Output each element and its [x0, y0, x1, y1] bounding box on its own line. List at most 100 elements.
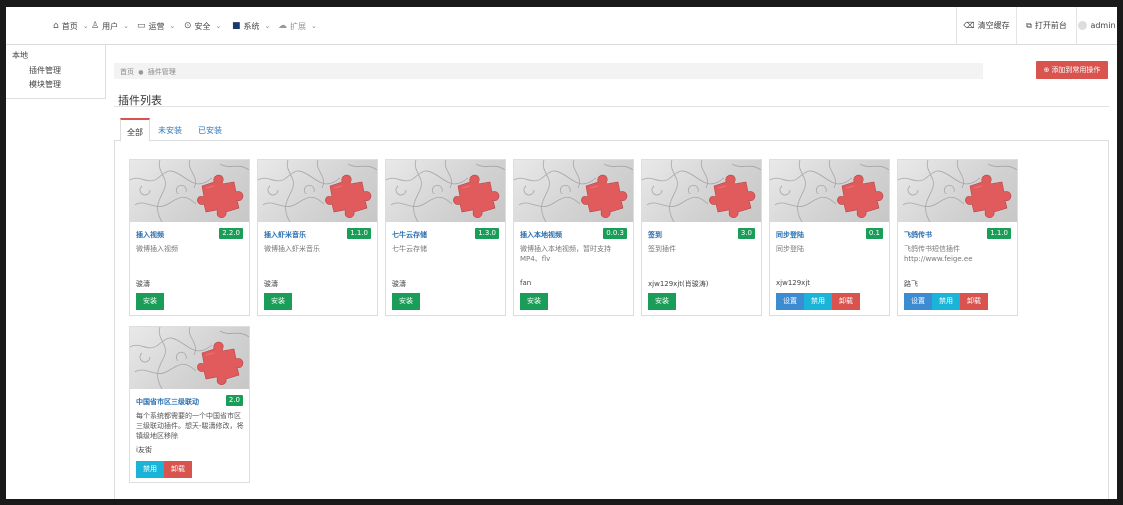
- plugin-description: 同步登陆: [776, 245, 804, 253]
- plugin-name[interactable]: 中国省市区三级联动: [136, 397, 199, 407]
- version-badge: 1.1.0: [987, 228, 1011, 239]
- plugin-green-button[interactable]: 安装: [520, 293, 548, 310]
- plugin-card: 同步登陆 0.1 同步登陆 xjw129xjt 设置 禁用 卸载: [769, 159, 890, 316]
- app-frame: ⌫ 清空缓存 ⧉ 打开前台 admin ⌂ 首页 ⌄ ♙ 用户 ⌄ ▭ 运营 ⌄ ⊙ 安全 ⌄ ■ 系统 ⌄…: [0, 0, 1123, 505]
- cloud-icon: ☁: [278, 21, 287, 31]
- plugin-red-button[interactable]: 卸载: [832, 293, 860, 310]
- plugin-green-button[interactable]: 安装: [392, 293, 420, 310]
- plugin-author: 骏濤: [264, 280, 278, 288]
- open-frontend-button[interactable]: ⧉ 打开前台: [1016, 7, 1076, 44]
- version-badge: 1.3.0: [475, 228, 499, 239]
- nav-menu-0[interactable]: ⌂ 首页 ⌄: [53, 19, 89, 33]
- plugin-description: 签到插件: [648, 245, 676, 253]
- nav-menu-3[interactable]: ⊙ 安全 ⌄: [184, 19, 221, 33]
- windows-icon: ■: [232, 21, 241, 31]
- plugin-description: 微博插入虾米音乐: [264, 245, 320, 253]
- plugin-name[interactable]: 插入虾米音乐: [264, 230, 306, 240]
- plugin-thumbnail: [386, 160, 505, 222]
- plugin-card: 插入本地视频 0.0.3 微博插入本地视频，暂时支持MP4、flv fan 安装: [513, 159, 634, 316]
- version-badge: 2.2.0: [219, 228, 243, 239]
- puzzle-image: [386, 160, 505, 222]
- version-badge: 0.0.3: [603, 228, 627, 239]
- plugin-thumbnail: [258, 160, 377, 222]
- plugin-card: 中国省市区三级联动 2.0 每个系统都需要的一个中国省市区三级联动插件。想天-駿…: [129, 326, 250, 483]
- breadcrumb: 首页 ● 插件管理: [114, 63, 983, 79]
- plugin-actions: 安装: [136, 293, 164, 310]
- plugin-cyan-button[interactable]: 禁用: [136, 461, 164, 478]
- plugin-author: 路飞: [904, 280, 918, 288]
- puzzle-image: [514, 160, 633, 222]
- plugin-author: xjw129xjt: [776, 279, 811, 287]
- nav-menu-4[interactable]: ■ 系统 ⌄: [232, 19, 270, 33]
- plugin-description: 微博插入视频: [136, 245, 178, 253]
- chevron-down-icon: ⌄: [264, 22, 271, 30]
- plugin-author: fan: [520, 279, 532, 287]
- plugin-thumbnail: [770, 160, 889, 222]
- plugin-green-button[interactable]: 安装: [264, 293, 292, 310]
- tab-all[interactable]: 全部: [120, 118, 150, 142]
- plugin-name[interactable]: 插入视频: [136, 230, 164, 240]
- puzzle-image: [258, 160, 377, 222]
- plus-circle-icon: ⊕: [1043, 66, 1050, 74]
- external-link-icon: ⧉: [1026, 20, 1032, 30]
- nav-menu-2[interactable]: ▭ 运营 ⌄: [137, 19, 175, 33]
- sidebar-item-plugin-manage[interactable]: 插件管理: [29, 65, 61, 76]
- chevron-down-icon: ⌄: [215, 22, 222, 30]
- username: admin: [1090, 21, 1116, 30]
- trash-icon: ⌫: [963, 21, 975, 30]
- plugin-list-panel: 插入视频 2.2.0 微博插入视频 骏濤 安装 插入虾米音乐 1.1.0 微博插…: [114, 141, 1109, 499]
- version-badge: 1.1.0: [347, 228, 371, 239]
- plugin-name[interactable]: 签到: [648, 230, 662, 240]
- plugin-name[interactable]: 飞鸽传书: [904, 230, 932, 240]
- tab-bar: 全部 未安装 已安装: [114, 118, 1109, 142]
- plugin-thumbnail: [898, 160, 1017, 222]
- user-menu[interactable]: admin: [1076, 7, 1117, 44]
- add-shortcut-label: 添加到常用操作: [1051, 66, 1101, 74]
- version-badge: 2.0: [225, 395, 243, 406]
- sidebar: 本地 插件管理 模块管理: [6, 45, 106, 99]
- plugin-name[interactable]: 插入本地视频: [520, 230, 562, 240]
- plugin-cyan-button[interactable]: 禁用: [804, 293, 832, 310]
- sidebar-item-module-manage[interactable]: 模块管理: [29, 79, 61, 90]
- plugin-green-button[interactable]: 安装: [136, 293, 164, 310]
- plugin-name[interactable]: 七牛云存储: [392, 230, 427, 240]
- nav-menu-label: 运营: [148, 21, 165, 31]
- monitor-icon: ▭: [137, 21, 146, 31]
- clear-cache-button[interactable]: ⌫ 清空缓存: [956, 7, 1016, 44]
- chevron-down-icon: ⌄: [169, 22, 176, 30]
- avatar: [1078, 21, 1088, 30]
- plugin-author: i友街: [136, 446, 152, 454]
- plugin-name[interactable]: 同步登陆: [776, 230, 804, 240]
- nav-menu-1[interactable]: ♙ 用户 ⌄: [91, 19, 129, 33]
- plugin-actions: 安装: [520, 293, 548, 310]
- plugin-card: 插入视频 2.2.0 微博插入视频 骏濤 安装: [129, 159, 250, 316]
- plugin-cyan-button[interactable]: 禁用: [932, 293, 960, 310]
- breadcrumb-home[interactable]: 首页: [120, 68, 134, 76]
- tab-not-installed[interactable]: 未安装: [152, 118, 188, 141]
- breadcrumb-separator: ●: [138, 69, 144, 76]
- plugin-green-button[interactable]: 安装: [648, 293, 676, 310]
- version-badge: 0.1: [865, 228, 883, 239]
- plugin-description: 每个系统都需要的一个中国省市区三级联动插件。想天-駿濤修改，将镇级地区移除: [136, 412, 244, 440]
- nav-menu-5[interactable]: ☁ 扩展 ⌄: [278, 19, 317, 33]
- plugin-red-button[interactable]: 卸载: [960, 293, 988, 310]
- tab-installed[interactable]: 已安装: [192, 118, 228, 141]
- home-icon: ⌂: [53, 21, 59, 31]
- plugin-description: 七牛云存储: [392, 245, 427, 253]
- sidebar-header: 本地: [12, 51, 28, 60]
- plugin-blue-button[interactable]: 设置: [776, 293, 804, 310]
- plugin-description: 微博插入本地视频，暂时支持MP4、flv: [520, 245, 611, 263]
- plugin-thumbnail: [642, 160, 761, 222]
- add-shortcut-button[interactable]: ⊕ 添加到常用操作: [1036, 61, 1108, 79]
- nav-menu-label: 扩展: [290, 21, 306, 31]
- plugin-red-button[interactable]: 卸载: [164, 461, 192, 478]
- plugin-actions: 禁用 卸载: [136, 461, 192, 478]
- puzzle-image: [130, 327, 249, 389]
- plugin-actions: 安装: [264, 293, 292, 310]
- plugin-blue-button[interactable]: 设置: [904, 293, 932, 310]
- breadcrumb-current: 插件管理: [147, 68, 176, 76]
- plugin-thumbnail: [130, 327, 249, 389]
- open-frontend-label: 打开前台: [1034, 21, 1067, 30]
- plugin-author: 骏濤: [392, 280, 406, 288]
- plugin-card: 飞鸽传书 1.1.0 飞鸽传书短信插件 http://www.feige.ee …: [897, 159, 1018, 316]
